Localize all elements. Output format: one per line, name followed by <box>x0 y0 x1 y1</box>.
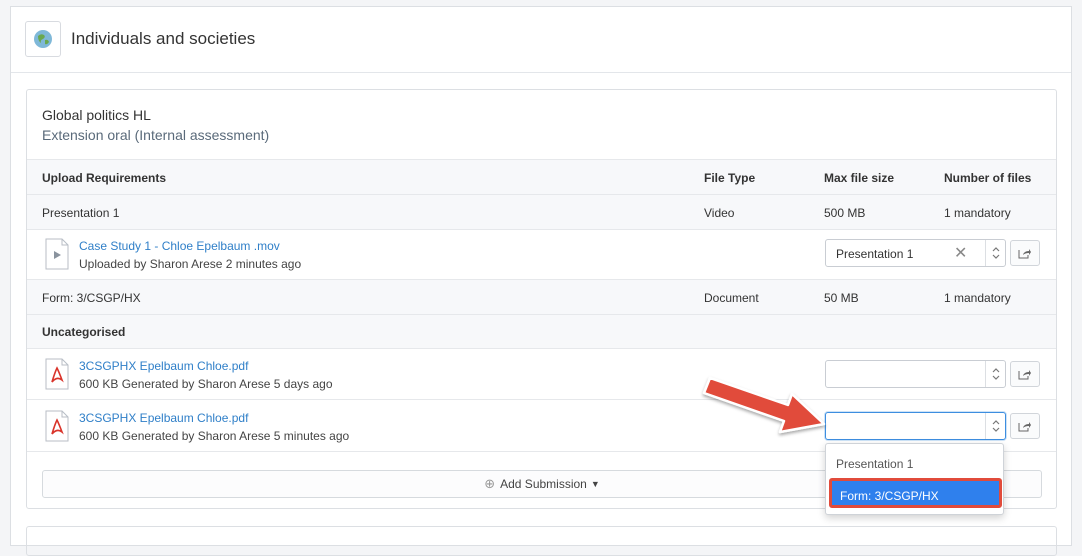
video-file-icon <box>44 238 70 270</box>
requirement-select[interactable] <box>825 412 1006 440</box>
file-row: Case Study 1 - Chloe Epelbaum .mov Uploa… <box>27 230 1056 280</box>
caret-down-icon: ▼ <box>590 479 600 489</box>
globe-icon <box>25 21 61 57</box>
requirement-type: Document <box>704 291 759 305</box>
plus-circle-icon: ⊕ <box>484 476 496 491</box>
file-meta: Uploaded by Sharon Arese 2 minutes ago <box>79 257 302 271</box>
uncategorised-row: Uncategorised <box>27 315 1056 349</box>
requirement-type: Video <box>704 206 735 220</box>
dropdown-option[interactable]: Presentation 1 <box>836 457 913 471</box>
share-icon <box>1018 422 1031 432</box>
uncategorised-label: Uncategorised <box>42 325 126 339</box>
requirement-select[interactable]: Presentation 1 ✕ <box>825 239 1006 267</box>
header-file-type: File Type <box>704 171 756 185</box>
pdf-file-icon <box>44 358 70 390</box>
file-link[interactable]: 3CSGPHX Epelbaum Chloe.pdf <box>79 359 248 373</box>
requirement-row: Presentation 1 Video 500 MB 1 mandatory <box>27 195 1056 230</box>
share-icon <box>1018 370 1031 380</box>
requirement-name: Presentation 1 <box>42 206 120 220</box>
add-submission-label: Add Submission <box>500 477 587 491</box>
share-button[interactable] <box>1010 361 1040 387</box>
next-card <box>26 526 1057 556</box>
chevron-updown-icon[interactable] <box>985 361 1005 387</box>
header-upload-requirements: Upload Requirements <box>42 171 167 185</box>
chevron-updown-icon[interactable] <box>985 240 1005 266</box>
subject-header: Individuals and societies <box>11 7 1071 73</box>
select-value: Presentation 1 <box>836 247 914 261</box>
chevron-updown-icon[interactable] <box>985 413 1005 439</box>
requirement-select[interactable] <box>825 360 1006 388</box>
share-button[interactable] <box>1010 413 1040 439</box>
file-meta: 600 KB Generated by Sharon Arese 5 minut… <box>79 429 350 443</box>
requirement-count: 1 mandatory <box>944 206 1011 220</box>
course-title: Global politics HL <box>42 107 151 123</box>
file-meta: 600 KB Generated by Sharon Arese 5 days … <box>79 377 333 391</box>
course-subtitle: Extension oral (Internal assessment) <box>42 127 270 143</box>
pdf-file-icon <box>44 410 70 442</box>
requirement-dropdown: Presentation 1 Form: 3/CSGP/HX <box>825 443 1004 515</box>
requirement-name: Form: 3/CSGP/HX <box>42 291 141 305</box>
file-row: 3CSGPHX Epelbaum Chloe.pdf 600 KB Genera… <box>27 349 1056 400</box>
share-icon <box>1018 249 1031 259</box>
requirement-row: Form: 3/CSGP/HX Document 50 MB 1 mandato… <box>27 280 1056 315</box>
requirement-count: 1 mandatory <box>944 291 1011 305</box>
share-button[interactable] <box>1010 240 1040 266</box>
requirement-size: 50 MB <box>824 291 859 305</box>
table-header-row: Upload Requirements File Type Max file s… <box>27 160 1056 195</box>
requirement-size: 500 MB <box>824 206 866 220</box>
subject-title: Individuals and societies <box>71 29 256 48</box>
dropdown-option-highlighted[interactable]: Form: 3/CSGP/HX <box>829 478 1002 508</box>
file-link[interactable]: 3CSGPHX Epelbaum Chloe.pdf <box>79 411 248 425</box>
course-header: Global politics HL Extension oral (Inter… <box>27 90 1056 160</box>
clear-icon[interactable]: ✕ <box>954 243 967 263</box>
header-max-file-size: Max file size <box>824 171 895 185</box>
annotation-arrow <box>702 376 826 434</box>
file-link[interactable]: Case Study 1 - Chloe Epelbaum .mov <box>79 239 280 253</box>
header-number-of-files: Number of files <box>944 171 1032 185</box>
